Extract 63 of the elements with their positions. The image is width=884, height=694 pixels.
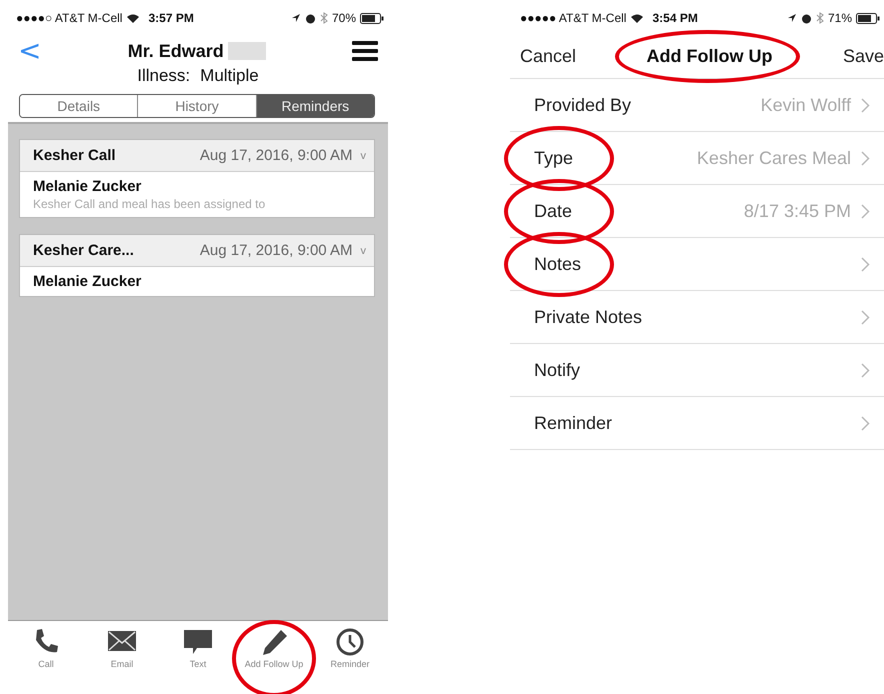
row-label: Notify — [534, 360, 580, 380]
bluetooth-icon — [816, 12, 824, 24]
battery-percent: 71% — [828, 11, 852, 25]
chevron-right-icon — [861, 204, 870, 218]
wifi-icon — [126, 12, 140, 24]
clock-icon — [335, 628, 365, 656]
chevron-right-icon — [861, 362, 870, 378]
reminder-title: Kesher Call — [33, 147, 116, 164]
menu-button[interactable] — [352, 40, 378, 62]
form-row[interactable]: Reminder — [510, 397, 884, 450]
row-label: Date — [534, 200, 572, 222]
battery-icon — [360, 12, 384, 24]
speech-bubble-icon — [183, 628, 213, 656]
menu-icon — [352, 40, 378, 62]
clock-time: 3:54 PM — [652, 11, 698, 25]
form-row[interactable]: Provided By Kevin Wolff — [510, 79, 884, 132]
illness-label: Illness: — [137, 66, 190, 86]
toolbar-button[interactable]: Call — [12, 628, 80, 669]
segment-tab[interactable]: Reminders — [256, 95, 374, 117]
chevron-right-icon — [861, 310, 870, 324]
reminder-note: Kesher Call and meal has been assigned to — [33, 197, 266, 211]
location-icon — [290, 13, 301, 23]
bluetooth-icon — [320, 12, 328, 24]
cancel-button[interactable]: Cancel — [520, 46, 576, 66]
wifi-icon — [630, 12, 644, 24]
row-label: Private Notes — [534, 306, 642, 328]
toolbar-button[interactable]: Text — [164, 628, 232, 669]
carrier-label: ●●●●● AT&T M-Cell — [520, 11, 626, 25]
assignee-name: Melanie Zucker — [33, 273, 142, 290]
chevron-right-icon — [861, 416, 870, 430]
battery-icon — [856, 12, 880, 24]
form-row[interactable]: Date 8/17 3:45 PM — [510, 185, 884, 238]
carrier-label: ●●●●○ AT&T M-Cell — [16, 11, 122, 25]
contact-name: Mr. Edward — [128, 40, 224, 62]
save-button[interactable]: Save — [842, 46, 884, 66]
form-row[interactable]: Notes — [510, 238, 884, 291]
reminder-date: Aug 17, 2016, 9:00 AM — [200, 242, 352, 259]
toolbar-button[interactable]: Add Follow Up — [240, 628, 308, 669]
battery-percent: 70% — [332, 11, 356, 25]
row-value: Kesher Cares Meal — [696, 148, 851, 168]
toolbar-button[interactable]: Reminder — [316, 628, 384, 669]
reminder-title: Kesher Care... — [33, 242, 134, 259]
row-value: 8/17 3:45 PM — [744, 200, 851, 222]
reminder-card[interactable]: Kesher Call Aug 17, 2016, 9:00 AM v Melanie Zucker Kesher Call and meal has been assigned to — [19, 139, 375, 218]
reminder-card[interactable]: Kesher Care... Aug 17, 2016, 9:00 AM v Melanie Zucker — [19, 234, 375, 297]
chevron-right-icon — [861, 150, 870, 166]
row-label: Provided By — [534, 94, 632, 116]
chevron-right-icon — [861, 98, 870, 112]
row-label: Reminder — [534, 412, 612, 434]
toolbar-button[interactable]: Email — [88, 628, 156, 669]
row-value: Kevin Wolff — [760, 94, 851, 116]
assignee-name: Melanie Zucker — [33, 178, 142, 195]
form-row[interactable]: Private Notes — [510, 291, 884, 344]
row-label: Type — [534, 148, 574, 168]
illness-value: Multiple — [200, 66, 259, 86]
form-row[interactable]: Notify — [510, 344, 884, 397]
location-icon — [786, 13, 797, 23]
row-label: Notes — [534, 254, 582, 274]
reminder-date: Aug 17, 2016, 9:00 AM — [200, 147, 352, 164]
chevron-right-icon — [861, 256, 870, 272]
screen-title: Add Follow Up — [646, 46, 772, 66]
clock-time: 3:57 PM — [148, 11, 194, 25]
form-row[interactable]: Type Kesher Cares Meal — [510, 132, 884, 185]
